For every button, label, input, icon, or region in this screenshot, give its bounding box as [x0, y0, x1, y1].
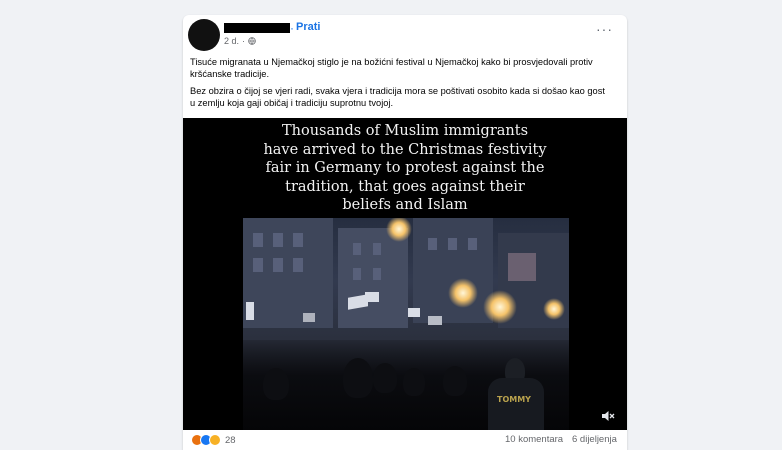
author-name-redacted[interactable]	[224, 23, 290, 33]
video-caption: Thousands of Muslim immigrants have arri…	[183, 122, 627, 215]
post-paragraph-2: Bez obzira o čijoj se vjeri radi, svaka …	[190, 86, 605, 108]
post-footer: 28 10 komentara 6 dijeljenja	[183, 430, 627, 450]
meta-separator: ·	[242, 36, 246, 46]
follow-button[interactable]: Prati	[296, 21, 320, 33]
caption-line: fair in Germany to protest against the	[265, 160, 545, 177]
video-frame: TOMMY	[243, 218, 569, 430]
caption-line: tradition, that goes against their	[285, 178, 525, 195]
post-timestamp[interactable]: 2 d.	[224, 36, 239, 46]
shares-count-link[interactable]: 6 dijeljenja	[572, 434, 617, 445]
wow-reaction-icon	[209, 434, 221, 446]
name-separator: ·	[290, 21, 294, 35]
more-options-icon[interactable]: ···	[596, 22, 613, 36]
reactions-summary[interactable]: 28	[191, 434, 236, 446]
comments-count-link[interactable]: 10 komentara	[505, 434, 563, 445]
caption-line: beliefs and Islam	[342, 197, 468, 214]
muted-speaker-icon[interactable]	[601, 410, 615, 422]
jersey-text: TOMMY	[497, 395, 531, 404]
globe-icon[interactable]	[248, 37, 256, 45]
post-text: Tisuće migranata u Njemačkoj stiglo je n…	[190, 56, 610, 114]
post-paragraph-1: Tisuće migranata u Njemačkoj stiglo je n…	[190, 57, 593, 79]
post-meta: 2 d. ·	[224, 36, 256, 46]
post-card: · Prati 2 d. · ··· Tisuće migranata u Nj…	[183, 15, 627, 450]
caption-line: have arrived to the Christmas festivity	[263, 141, 547, 158]
caption-line: Thousands of Muslim immigrants	[281, 123, 529, 139]
author-avatar[interactable]	[188, 19, 220, 51]
reaction-count: 28	[225, 434, 236, 446]
video-player[interactable]: Thousands of Muslim immigrants have arri…	[183, 118, 627, 430]
